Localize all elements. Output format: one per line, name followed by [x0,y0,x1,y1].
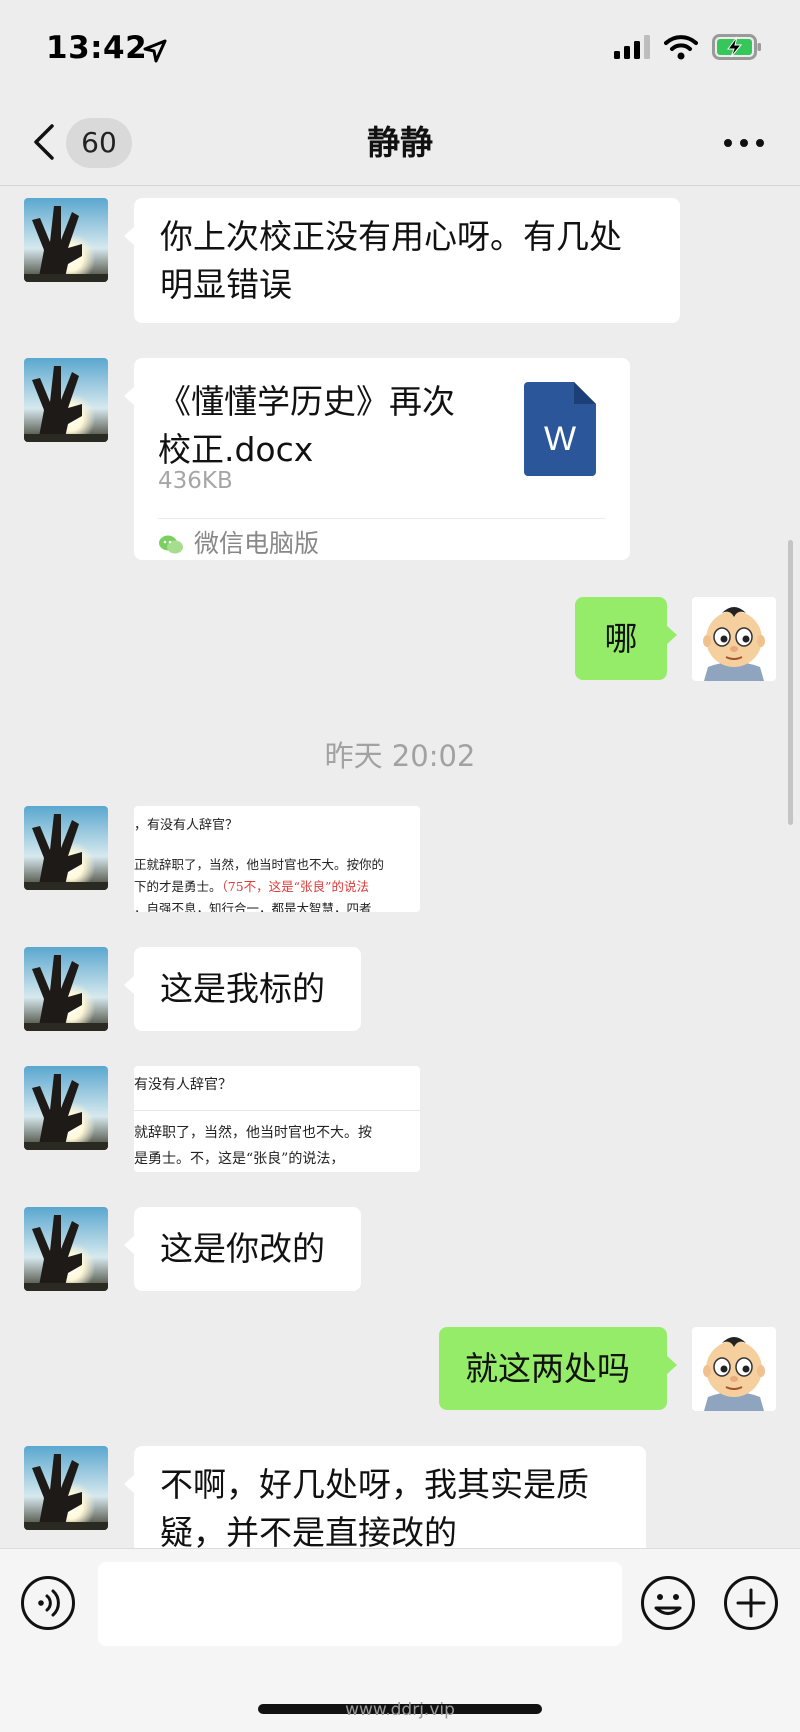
image-message-screenshot[interactable]: 有没有人辞官？ 就辞职了，当然，他当时官也不大。按 是勇士。不，这是“张良”的说… [134,1066,420,1172]
contact-avatar[interactable] [24,947,108,1031]
message-timestamp: 昨天 20:02 [324,739,476,773]
contact-avatar[interactable] [24,1446,108,1530]
hand-sunset-avatar-image [24,806,108,890]
image-message-screenshot[interactable]: ，有没有人辞官？ 正就辞职了，当然，他当时官也不大。按你的 下的才是勇士。（75… [134,806,420,912]
wifi-icon [664,35,698,60]
image-text-line: ，有没有人辞官？ [134,818,239,833]
hand-sunset-avatar-image [24,198,108,282]
message-bubble-outgoing[interactable]: 就这两处吗 [439,1327,677,1410]
hand-sunset-avatar-image [24,947,108,1031]
more-icon[interactable] [722,133,766,153]
image-text-line: 正就辞职了，当然，他当时官也不大。按你的 [134,857,385,872]
plus-icon[interactable] [723,1575,779,1631]
image-divider [134,1110,420,1111]
message-text: 不啊，好几处呀，我其实是质疑，并不是直接改的 [160,1465,589,1552]
message-input[interactable] [98,1562,622,1646]
image-text-segment: 下的才是勇士。 [134,879,222,894]
signal-icon [614,35,650,59]
message-bubble-incoming[interactable]: 这是你改的 [124,1207,361,1291]
file-size: 436KB [158,468,233,494]
hand-sunset-avatar-image [24,358,108,442]
contact-avatar[interactable] [24,806,108,890]
hand-sunset-avatar-image [24,1066,108,1150]
status-icons [614,34,762,60]
battery-charging-icon [712,34,761,60]
file-name: 《懂懂学历史》再次校正.docx [158,382,455,469]
file-card-divider [158,518,606,519]
status-time: 13:42 [46,30,148,66]
contact-avatar[interactable] [24,358,108,442]
hand-sunset-avatar-image [24,1446,108,1530]
word-file-icon: W [524,382,596,476]
image-highlight-text: （75不，这是“张良”的说法 [221,879,369,894]
message-text: 这是我标的 [160,969,325,1008]
wechat-small-icon [159,535,183,554]
scrollbar[interactable] [788,540,793,825]
emoji-icon[interactable] [640,1575,696,1631]
image-text-line: 是勇士。不，这是“张良”的说法， [134,1151,345,1167]
navigation-arrow-icon [143,39,167,63]
message-bubble-outgoing[interactable]: 哪 [575,597,677,680]
voice-icon[interactable] [20,1575,76,1631]
contact-avatar[interactable] [24,198,108,282]
message-text: 这是你改的 [160,1229,325,1268]
image-text-line: ，自强不息，知行合一，都是大智慧，四者 [134,901,372,912]
file-source-label: 微信电脑版 [194,529,320,558]
message-bubble-incoming[interactable]: 你上次校正没有用心呀。有几处明显错误 [124,198,680,323]
chat-title: 静静 [367,123,433,162]
message-bubble-incoming[interactable]: 这是我标的 [124,947,361,1031]
message-text: 就这两处吗 [465,1349,630,1388]
watermark: www.ddrj.vip [345,1700,455,1720]
my-avatar[interactable] [692,597,776,681]
contact-avatar[interactable] [24,1066,108,1150]
my-avatar[interactable] [692,1327,776,1411]
image-text-line: 就辞职了，当然，他当时官也不大。按 [134,1125,372,1141]
image-text-line: 下的才是勇士。（75不，这是“张良”的说法 [134,876,369,895]
word-letter: W [544,420,576,458]
image-text-line: 有没有人辞官？ [134,1077,232,1093]
cartoon-baby-avatar-image [692,597,776,681]
message-text: 你上次校正没有用心呀。有几处明显错误 [160,217,622,304]
message-text: 哪 [604,619,638,658]
contact-avatar[interactable] [24,1207,108,1291]
hand-sunset-avatar-image [24,1207,108,1291]
cartoon-baby-avatar-image [692,1327,776,1411]
file-message-card[interactable]: 《懂懂学历史》再次校正.docx 436KB W 微信电脑版 [124,358,630,560]
